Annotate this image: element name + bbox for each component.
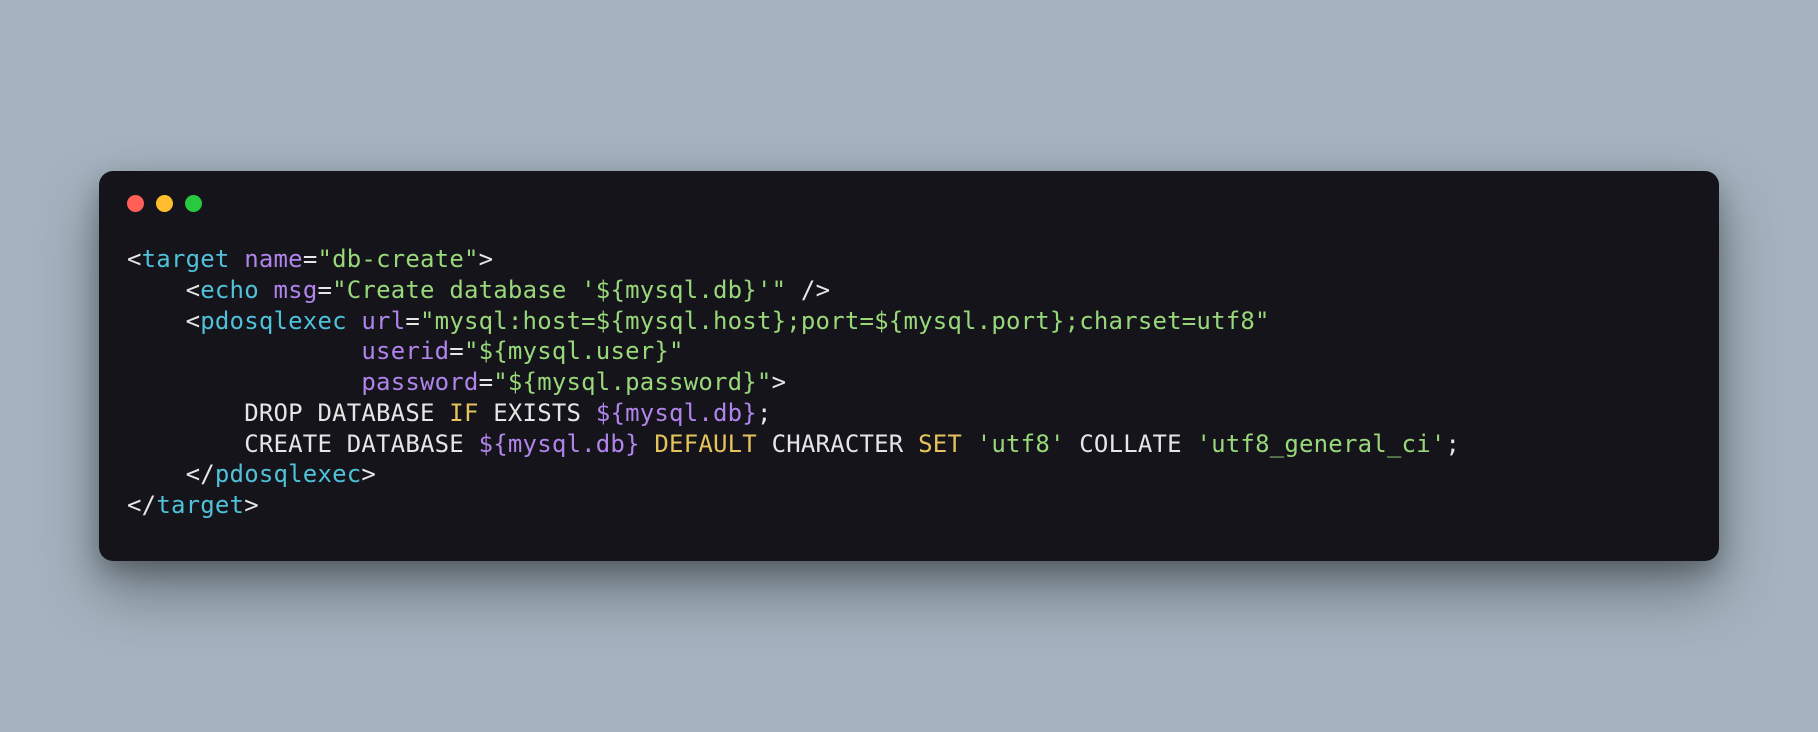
- window-titlebar: [99, 171, 1719, 222]
- code-token: =: [303, 245, 318, 273]
- code-token: 'utf8': [977, 430, 1065, 458]
- code-token: =: [405, 307, 420, 335]
- code-line: </target>: [127, 490, 1691, 521]
- code-token: >: [772, 368, 787, 396]
- code-token: pdosqlexec: [215, 460, 362, 488]
- code-token: "${mysql.password}": [493, 368, 771, 396]
- code-token: echo: [200, 276, 259, 304]
- code-token: >: [244, 491, 259, 519]
- code-token: ${mysql.db}: [596, 399, 757, 427]
- code-window: <target name="db-create"> <echo msg="Cre…: [99, 171, 1719, 560]
- code-token: DROP DATABASE: [127, 399, 449, 427]
- code-token: <: [127, 276, 200, 304]
- zoom-icon[interactable]: [185, 195, 202, 212]
- code-token: >: [479, 245, 494, 273]
- code-token: =: [479, 368, 494, 396]
- code-line: </pdosqlexec>: [127, 459, 1691, 490]
- code-token: <: [127, 245, 142, 273]
- code-token: >: [361, 460, 376, 488]
- code-line: <target name="db-create">: [127, 244, 1691, 275]
- code-token: ${mysql.db}: [479, 430, 640, 458]
- code-line: userid="${mysql.user}": [127, 336, 1691, 367]
- code-token: pdosqlexec: [200, 307, 347, 335]
- code-token: "db-create": [317, 245, 478, 273]
- code-token: "Create database '${mysql.db}'": [332, 276, 786, 304]
- code-token: target: [156, 491, 244, 519]
- code-token: "mysql:host=${mysql.host};port=${mysql.p…: [420, 307, 1270, 335]
- code-token: [127, 337, 361, 365]
- code-token: [640, 430, 655, 458]
- code-token: "${mysql.user}": [464, 337, 684, 365]
- code-line: DROP DATABASE IF EXISTS ${mysql.db};: [127, 398, 1691, 429]
- code-token: DEFAULT: [654, 430, 757, 458]
- code-token: [230, 245, 245, 273]
- code-token: url: [361, 307, 405, 335]
- code-line: password="${mysql.password}">: [127, 367, 1691, 398]
- code-token: target: [142, 245, 230, 273]
- code-token: =: [449, 337, 464, 365]
- code-token: password: [361, 368, 478, 396]
- code-block: <target name="db-create"> <echo msg="Cre…: [99, 222, 1719, 520]
- code-token: CHARACTER: [757, 430, 918, 458]
- code-token: />: [786, 276, 830, 304]
- code-token: COLLATE: [1065, 430, 1197, 458]
- code-token: </: [127, 460, 215, 488]
- code-token: name: [244, 245, 303, 273]
- code-token: IF: [449, 399, 478, 427]
- code-token: EXISTS: [479, 399, 596, 427]
- code-token: =: [317, 276, 332, 304]
- code-token: [962, 430, 977, 458]
- code-token: [347, 307, 362, 335]
- code-token: 'utf8_general_ci': [1196, 430, 1445, 458]
- code-line: CREATE DATABASE ${mysql.db} DEFAULT CHAR…: [127, 429, 1691, 460]
- code-line: <pdosqlexec url="mysql:host=${mysql.host…: [127, 306, 1691, 337]
- code-token: userid: [361, 337, 449, 365]
- code-token: ;: [1446, 430, 1461, 458]
- code-token: <: [127, 307, 200, 335]
- code-line: <echo msg="Create database '${mysql.db}'…: [127, 275, 1691, 306]
- code-token: </: [127, 491, 156, 519]
- code-token: CREATE DATABASE: [127, 430, 479, 458]
- code-token: [127, 368, 361, 396]
- code-token: ;: [757, 399, 772, 427]
- minimize-icon[interactable]: [156, 195, 173, 212]
- code-token: SET: [918, 430, 962, 458]
- code-token: [259, 276, 274, 304]
- close-icon[interactable]: [127, 195, 144, 212]
- code-token: msg: [274, 276, 318, 304]
